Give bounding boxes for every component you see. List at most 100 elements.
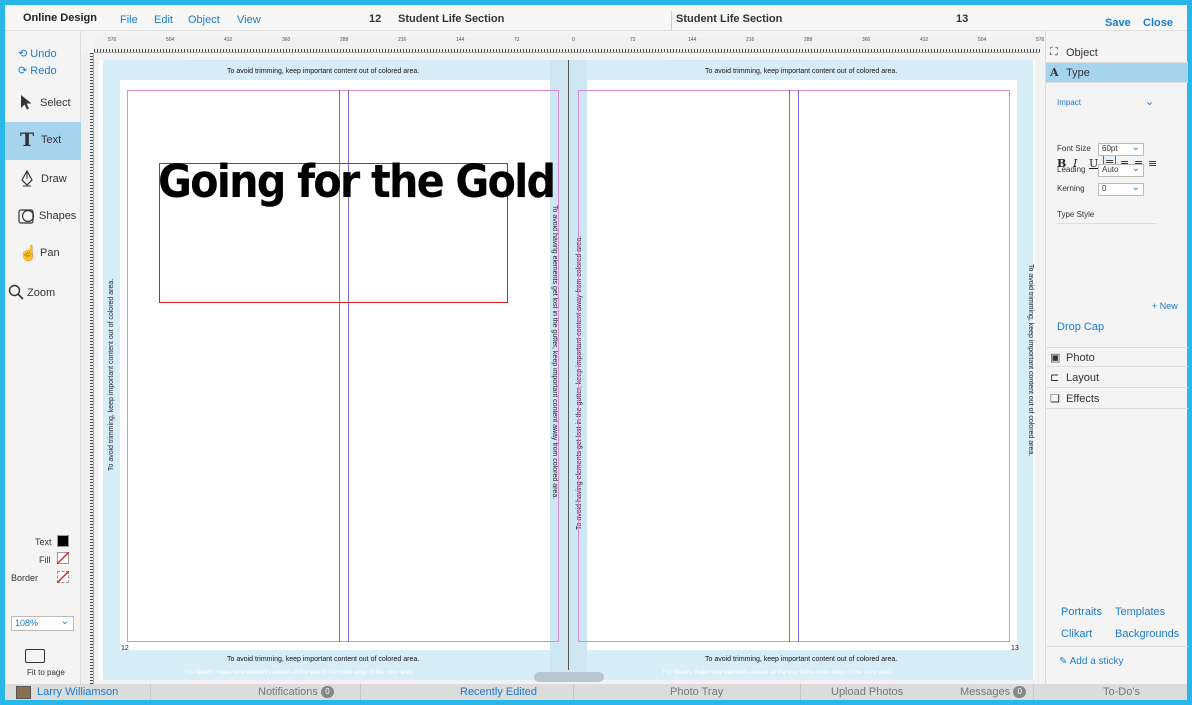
leading-label: Leading	[1057, 165, 1086, 174]
panel-type-header[interactable]: A Type	[1046, 63, 1188, 83]
templates-link[interactable]: Templates	[1115, 606, 1165, 618]
ruler-mark: 216	[398, 37, 407, 43]
tool-shapes[interactable]: Shapes	[5, 198, 81, 236]
menu-view[interactable]: View	[237, 14, 261, 26]
effects-icon: ❏	[1050, 393, 1060, 405]
ruler-mark: 144	[688, 37, 697, 43]
left-page-title[interactable]: Student Life Section	[398, 13, 504, 25]
arrow-icon	[20, 94, 33, 115]
align-justify-button[interactable]: ≡	[1148, 157, 1157, 170]
save-button[interactable]: Save	[1105, 17, 1131, 29]
chevron-down-icon[interactable]: ⌄	[1145, 95, 1154, 108]
trim-note-bottom-right: To avoid trimming, keep important conten…	[705, 656, 898, 663]
tool-draw-label: Draw	[41, 173, 67, 185]
text-color-label: Text	[35, 537, 52, 547]
ruler-mark: 360	[862, 37, 871, 43]
trim-note-bottom-left: To avoid trimming, keep important conten…	[227, 656, 420, 663]
bleed-note-top-left: For bleeds, make sure elements extend al…	[185, 53, 415, 59]
headline-text[interactable]: Going for the Gold	[158, 155, 556, 208]
text-color-swatch[interactable]	[57, 535, 69, 547]
border-color-swatch[interactable]	[57, 571, 69, 583]
panel-effects-label: Effects	[1066, 393, 1100, 405]
upload-photos-tab[interactable]: Upload Photos	[831, 686, 903, 698]
redo-button[interactable]: ⟳ Redo	[18, 64, 57, 77]
photo-tray-tab[interactable]: Photo Tray	[670, 686, 723, 698]
undo-icon: ⟲	[18, 48, 28, 60]
panel-divider	[1046, 646, 1188, 647]
fit-to-page-label[interactable]: Fit to page	[27, 668, 65, 677]
fill-color-swatch[interactable]	[57, 552, 69, 564]
type-style-label: Type Style	[1057, 210, 1095, 219]
notifications-label: Notifications	[258, 686, 318, 698]
fit-to-page-icon[interactable]	[25, 649, 45, 663]
panel-effects-header[interactable]: ❏ Effects	[1046, 389, 1188, 409]
chevron-down-icon: ⌄	[1131, 182, 1140, 193]
bleed-note-bottom-left: For bleeds, make sure elements extend al…	[185, 670, 415, 676]
avatar	[16, 686, 31, 699]
tool-text[interactable]: T Text	[5, 122, 81, 160]
notifications-tab[interactable]: Notifications 0	[258, 686, 334, 699]
backgrounds-link[interactable]: Backgrounds	[1115, 628, 1179, 640]
tool-shapes-label: Shapes	[39, 210, 77, 222]
close-button[interactable]: Close	[1143, 17, 1173, 29]
menu-edit[interactable]: Edit	[154, 14, 173, 26]
panel-object-header[interactable]: ⛶ Object	[1046, 43, 1188, 63]
panel-layout-header[interactable]: ⊏ Layout	[1046, 368, 1188, 388]
edit-icon: ✎	[1059, 656, 1068, 667]
tool-pan[interactable]: ☝ Pan	[5, 235, 81, 273]
left-toolbar: ⟲ Undo ⟳ Redo Select T Text Draw Shapes …	[5, 31, 81, 684]
type-icon: A	[1050, 66, 1059, 79]
redo-label: Redo	[30, 65, 57, 77]
tool-zoom[interactable]: Zoom	[5, 275, 81, 313]
ruler-mark: 432	[224, 37, 233, 43]
trim-note-left: To avoid trimming, keep important conten…	[108, 278, 115, 471]
undo-button[interactable]: ⟲ Undo	[18, 47, 57, 60]
messages-tab[interactable]: Messages 0	[960, 686, 1027, 699]
clikart-link[interactable]: Clikart	[1061, 628, 1092, 640]
trim-note-right: To avoid trimming, keep important conten…	[1027, 264, 1034, 457]
layout-icon: ⊏	[1050, 372, 1060, 384]
ruler-mark: 0	[572, 37, 575, 43]
todos-tab[interactable]: To-Do's	[1103, 686, 1140, 698]
horizontal-scrollbar[interactable]	[534, 672, 604, 682]
tool-draw[interactable]: Draw	[5, 161, 81, 199]
portraits-link[interactable]: Portraits	[1061, 606, 1102, 618]
recently-edited-tab[interactable]: Recently Edited	[460, 686, 537, 698]
chevron-down-icon: ⌄	[60, 616, 69, 627]
ruler-mark: 360	[282, 37, 291, 43]
tool-pan-label: Pan	[40, 247, 60, 259]
messages-badge: 0	[1013, 686, 1027, 699]
fill-color-label: Fill	[39, 555, 51, 565]
zoom-value: 108%	[15, 618, 39, 628]
new-style-button[interactable]: + New	[1152, 301, 1178, 311]
ruler-mark: 72	[630, 37, 636, 43]
notifications-badge: 0	[320, 686, 334, 699]
ruler-mark: 288	[804, 37, 813, 43]
text-icon: T	[20, 129, 35, 151]
menu-file[interactable]: File	[120, 14, 138, 26]
menu-object[interactable]: Object	[188, 14, 220, 26]
underline-button[interactable]: U	[1089, 157, 1098, 170]
kerning-select[interactable]: 0 ⌄	[1098, 182, 1144, 196]
horizontal-ruler: 576 504 432 360 288 216 144 72 0 72 144 216 288 360 43…	[94, 37, 1044, 53]
leading-select[interactable]: Auto ⌄	[1098, 163, 1144, 177]
panel-photo-header[interactable]: ▣ Photo	[1046, 347, 1188, 367]
tool-text-label: Text	[41, 134, 62, 146]
font-family-select[interactable]: Impact	[1057, 98, 1081, 107]
user-name[interactable]: Larry Williamson	[37, 686, 118, 698]
ruler-mark: 216	[746, 37, 755, 43]
pen-icon	[20, 169, 34, 192]
right-page-title[interactable]: Student Life Section	[676, 13, 782, 25]
zoom-select[interactable]: 108% ⌄	[11, 616, 74, 631]
bleed-note-top-right: For bleeds, make sure elements extend al…	[663, 53, 893, 59]
tool-select[interactable]: Select	[5, 85, 81, 123]
top-menu-bar: Online Design File Edit Object View 12 S…	[5, 5, 1187, 31]
messages-label: Messages	[960, 686, 1011, 698]
leading-value: Auto	[1102, 165, 1119, 174]
ruler-mark: 144	[456, 37, 465, 43]
kerning-label: Kerning	[1057, 184, 1085, 193]
right-page-margin	[578, 90, 1010, 642]
add-sticky-button[interactable]: ✎ Add a sticky	[1059, 656, 1124, 667]
drop-cap-button[interactable]: Drop Cap	[1057, 321, 1104, 333]
font-size-select[interactable]: 60pt ⌄	[1098, 142, 1144, 156]
